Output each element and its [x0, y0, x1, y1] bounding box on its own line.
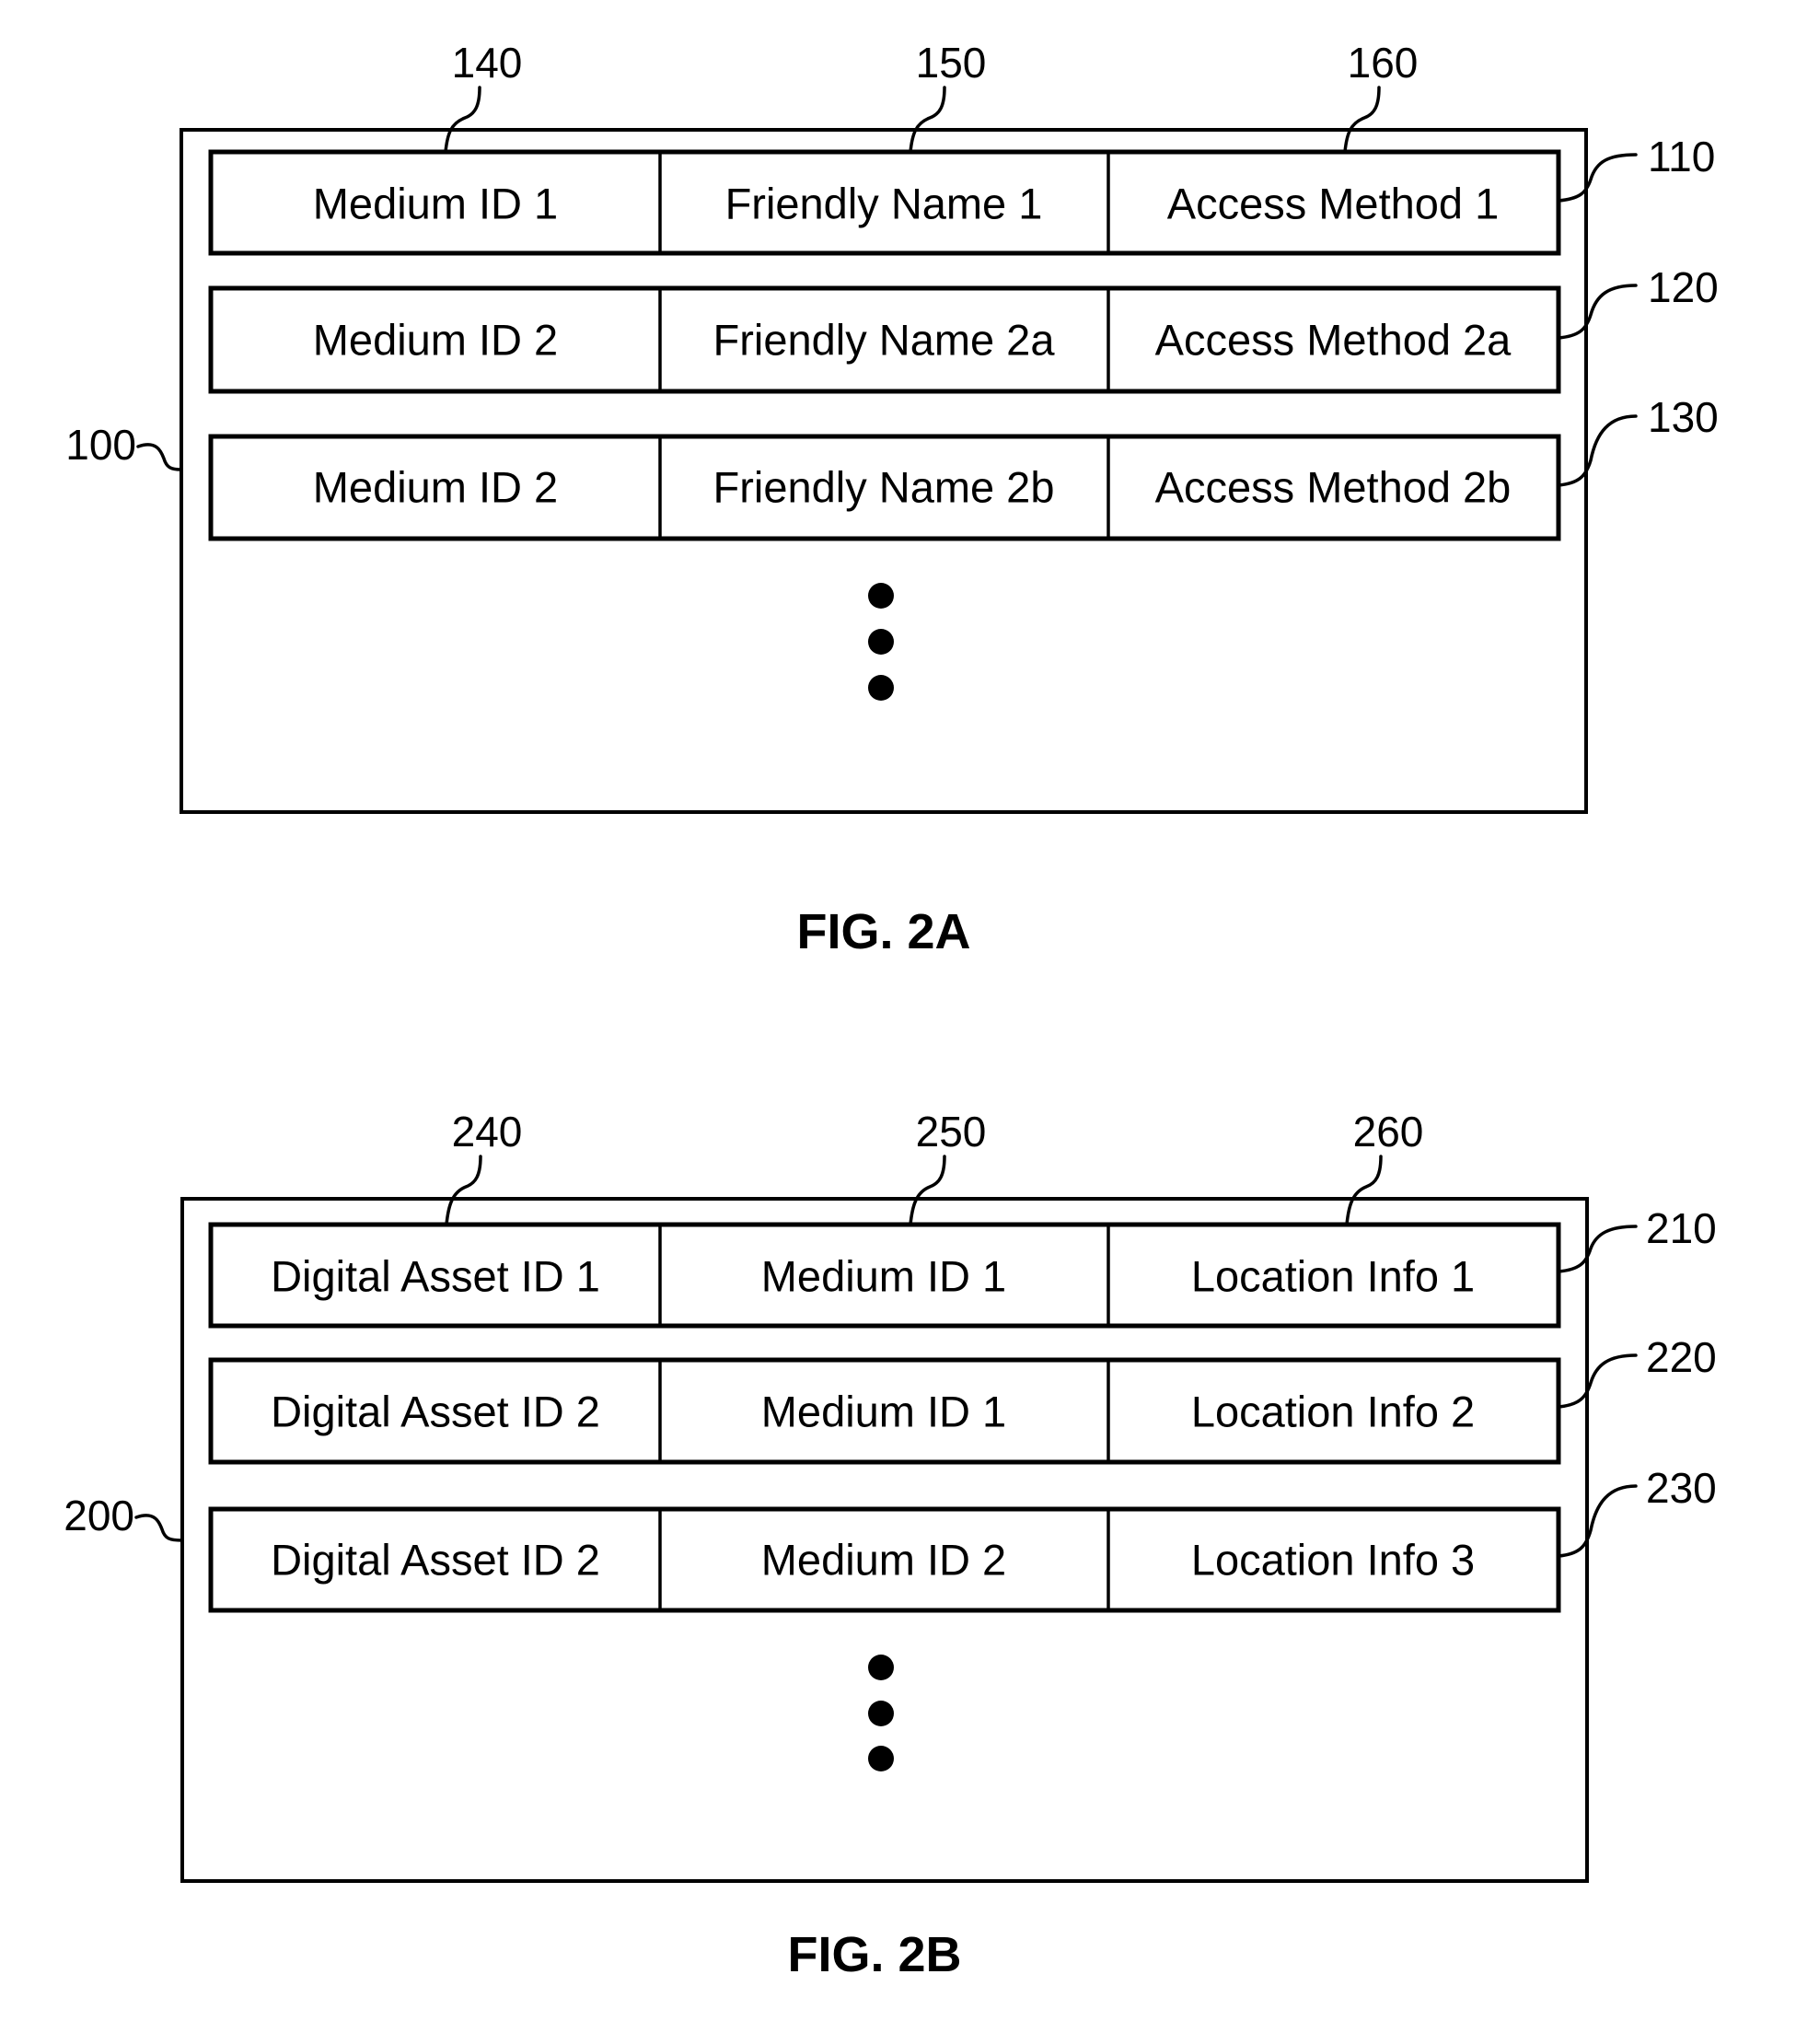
- cell-medium-id: Medium ID 2: [313, 463, 558, 512]
- leader-line-row-3: [1557, 1484, 1638, 1558]
- ellipsis-dot: [868, 1746, 894, 1771]
- ref-label-table: 100: [65, 421, 136, 469]
- table-row: Digital Asset ID 2 Medium ID 1 Location …: [208, 1333, 1717, 1465]
- leader-line-column-2: [909, 1155, 946, 1226]
- ref-label-row-2: 120: [1648, 263, 1719, 311]
- leader-line-column-3: [1343, 86, 1381, 154]
- table-row: Medium ID 1 Friendly Name 1 Access Metho…: [208, 133, 1715, 256]
- ellipsis-dot: [868, 629, 894, 655]
- ref-label-column-3: 260: [1353, 1108, 1424, 1156]
- cell-access-method: Access Method 2b: [1155, 463, 1512, 512]
- leader-line-row-1: [1557, 1225, 1638, 1273]
- cell-medium-id: Medium ID 2: [313, 316, 558, 365]
- ellipsis-dot: [868, 583, 894, 609]
- cell-friendly-name: Friendly Name 2b: [713, 463, 1055, 512]
- figure-caption: FIG. 2A: [796, 904, 970, 959]
- leader-line-table: [134, 1514, 184, 1542]
- ref-label-column-2: 150: [916, 39, 987, 87]
- leader-line-row-1: [1557, 153, 1638, 203]
- table-row: Medium ID 2 Friendly Name 2b Access Meth…: [208, 393, 1719, 541]
- cell-friendly-name: Friendly Name 2a: [713, 316, 1056, 365]
- figure-2b: 200 240 250 260 Digital Asset ID 1 Mediu…: [64, 1108, 1717, 1982]
- ref-label-column-1: 240: [452, 1108, 523, 1156]
- leader-line-column-3: [1345, 1155, 1383, 1226]
- cell-digital-asset-id: Digital Asset ID 1: [271, 1252, 600, 1301]
- ellipsis-dot: [868, 1655, 894, 1680]
- ref-label-row-1: 210: [1646, 1204, 1717, 1252]
- leader-line-column-1: [445, 1155, 482, 1226]
- leader-line-table: [136, 443, 183, 471]
- cell-digital-asset-id: Digital Asset ID 2: [271, 1388, 600, 1436]
- leader-line-column-1: [444, 86, 481, 154]
- ref-label-table: 200: [64, 1492, 134, 1539]
- ref-label-row-1: 110: [1648, 133, 1715, 180]
- cell-friendly-name: Friendly Name 1: [725, 180, 1043, 228]
- ellipsis-vertical-icon: [868, 1655, 894, 1771]
- leader-line-row-2: [1557, 284, 1638, 340]
- ref-label-column-2: 250: [916, 1108, 987, 1156]
- ellipsis-vertical-icon: [868, 583, 894, 701]
- leader-line-row-3: [1557, 414, 1638, 487]
- patent-drawing-sheet: 100 140 150 160 Medium ID 1 Friendly Nam…: [64, 39, 1719, 1982]
- ref-label-row-2: 220: [1646, 1333, 1717, 1381]
- ellipsis-dot: [868, 1701, 894, 1726]
- table-row: Digital Asset ID 1 Medium ID 1 Location …: [208, 1204, 1717, 1329]
- cell-digital-asset-id: Digital Asset ID 2: [271, 1536, 600, 1585]
- cell-access-method: Access Method 2a: [1155, 316, 1512, 365]
- figure-caption: FIG. 2B: [787, 1927, 961, 1982]
- ref-label-row-3: 230: [1646, 1464, 1717, 1512]
- cell-location-info: Location Info 3: [1191, 1536, 1475, 1585]
- ref-label-column-1: 140: [452, 39, 523, 87]
- cell-medium-id: Medium ID 2: [761, 1536, 1006, 1585]
- table-row: Digital Asset ID 2 Medium ID 2 Location …: [208, 1464, 1717, 1613]
- cell-access-method: Access Method 1: [1167, 180, 1500, 228]
- table-row: Medium ID 2 Friendly Name 2a Access Meth…: [208, 263, 1719, 394]
- ref-label-column-3: 160: [1348, 39, 1419, 87]
- cell-medium-id: Medium ID 1: [313, 180, 558, 228]
- ellipsis-dot: [868, 675, 894, 701]
- cell-location-info: Location Info 2: [1191, 1388, 1475, 1436]
- cell-medium-id: Medium ID 1: [761, 1388, 1006, 1436]
- ref-label-row-3: 130: [1648, 393, 1719, 441]
- leader-line-column-2: [909, 86, 946, 154]
- leader-line-row-2: [1557, 1353, 1638, 1409]
- cell-medium-id: Medium ID 1: [761, 1252, 1006, 1301]
- figure-2a: 100 140 150 160 Medium ID 1 Friendly Nam…: [65, 39, 1719, 959]
- cell-location-info: Location Info 1: [1191, 1252, 1475, 1301]
